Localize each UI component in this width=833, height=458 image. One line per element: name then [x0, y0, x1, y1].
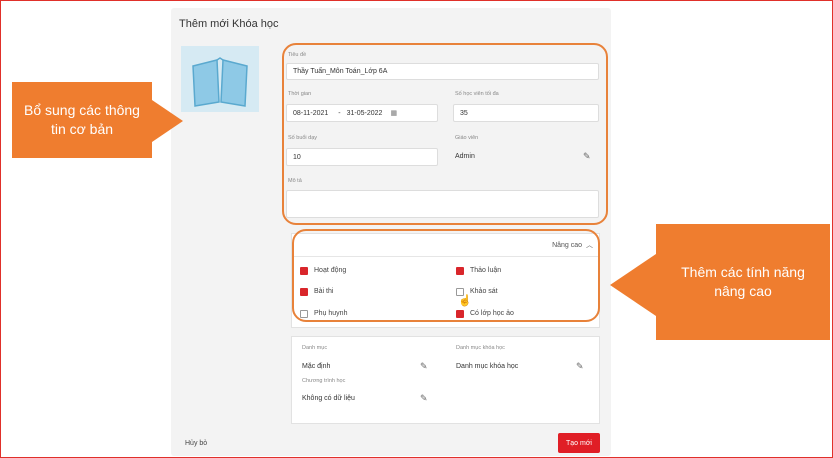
course-image[interactable]: [181, 46, 259, 112]
course-category-label: Danh mục khóa học: [456, 345, 505, 351]
edit-course-category-icon[interactable]: ✎: [576, 362, 584, 371]
right-callout-text: Thêm các tính năng nâng cao: [681, 264, 805, 299]
course-category-value: Danh mục khóa học: [456, 363, 519, 370]
left-callout-arrow: [152, 100, 183, 142]
category-label: Danh mục: [302, 345, 328, 351]
edit-program-icon[interactable]: ✎: [420, 394, 428, 403]
dialog-title: Thêm mới Khóa học: [179, 18, 279, 30]
left-callout-text: Bổ sung các thông tin cơ bản: [24, 102, 140, 137]
book-icon: [192, 57, 248, 107]
cancel-button[interactable]: Hủy bỏ: [185, 440, 207, 447]
program-label: Chương trình học: [302, 378, 346, 384]
left-callout: Bổ sung các thông tin cơ bản: [12, 82, 152, 158]
category-value: Mặc định: [302, 363, 331, 370]
basic-info-highlight: [282, 43, 608, 225]
category-panel: Danh mục Mặc định ✎ Danh mục khóa học Da…: [291, 336, 600, 424]
advanced-highlight: [292, 229, 600, 322]
create-button[interactable]: Tạo mới: [558, 433, 600, 453]
right-callout: Thêm các tính năng nâng cao: [656, 224, 830, 340]
right-callout-arrow: [610, 254, 656, 316]
program-value: Không có dữ liệu: [302, 395, 355, 402]
edit-category-icon[interactable]: ✎: [420, 362, 428, 371]
